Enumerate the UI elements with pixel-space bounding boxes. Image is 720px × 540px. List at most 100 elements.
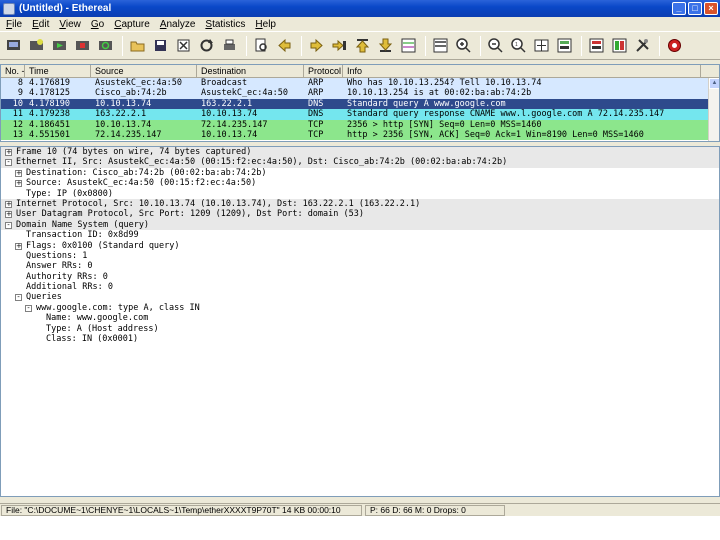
packet-cell-src: AsustekC_ec:4a:50 <box>95 78 182 88</box>
first-icon[interactable] <box>352 35 373 56</box>
capture-filter-icon[interactable] <box>554 35 575 56</box>
menu-file[interactable]: File <box>0 19 26 30</box>
packet-cell-time: 4.179238 <box>29 109 70 120</box>
packet-list: No. - Time Source Destination Protocol I… <box>0 64 720 142</box>
desktop-background <box>0 516 720 540</box>
start-icon[interactable] <box>49 35 70 56</box>
menu-capture[interactable]: Capture <box>108 19 154 30</box>
close-button[interactable]: × <box>704 2 718 15</box>
detail-tree-node[interactable]: - Ethernet II, Src: AsustekC_ec:4a:50 (00… <box>1 157 719 168</box>
packet-row[interactable]: 12 4.186451 10.10.13.74 72.14.235.147 TCP 235… <box>1 119 719 130</box>
menu-go[interactable]: Go <box>85 19 108 30</box>
detail-tree-node[interactable]: - Domain Name System (query) <box>1 219 719 231</box>
packet-row[interactable]: 13 4.551501 72.14.235.147 10.10.13.74 TCP htt… <box>1 129 719 141</box>
maximize-button[interactable]: □ <box>688 2 702 15</box>
detail-tree-node[interactable]: + Destination: Cisco_ab:74:2b (00:02:ba:a… <box>1 168 719 178</box>
resize-columns-icon[interactable] <box>531 35 552 56</box>
detail-tree-node[interactable]: - Queries <box>1 292 719 302</box>
packet-details-pane: + Frame 10 (74 bytes on wire, 74 bytes ca… <box>0 146 720 497</box>
detail-tree-label: Authority RRs: 0 <box>26 271 108 282</box>
detail-tree-node[interactable]: Type: A (Host address) <box>1 324 719 334</box>
column-header-time[interactable]: Time <box>25 65 91 77</box>
expand-icon[interactable]: + <box>5 211 12 219</box>
packet-row[interactable]: 8 4.176819 AsustekC_ec:4a:50 Broadcast ARP Wh… <box>1 78 719 89</box>
print-icon[interactable] <box>219 35 240 56</box>
packet-cell-proto: DNS <box>308 109 324 120</box>
packet-cell-info: http > 2356 [SYN, ACK] Seq=0 Ack=1 Win=8… <box>347 129 644 140</box>
detail-tree-node[interactable]: Type: IP (0x0800) <box>1 189 719 199</box>
detail-tree-node[interactable]: + Flags: 0x0100 (Standard query) <box>1 241 719 251</box>
close-file-icon[interactable] <box>173 35 194 56</box>
reload-icon[interactable] <box>196 35 217 56</box>
find-icon[interactable] <box>251 35 272 56</box>
packet-row[interactable]: 9 4.178125 Cisco_ab:74:2b AsustekC_ec:4a:50… <box>1 88 719 99</box>
collapse-icon[interactable]: - <box>5 159 12 167</box>
menu-edit[interactable]: Edit <box>26 19 53 30</box>
autoscroll-icon[interactable] <box>430 35 451 56</box>
column-header-no[interactable]: No. - <box>1 65 25 77</box>
expand-icon[interactable]: + <box>5 149 12 156</box>
minimize-button[interactable]: _ <box>672 2 686 15</box>
packet-cell-dst: Broadcast <box>201 78 248 88</box>
zoom-in-icon[interactable] <box>453 35 474 56</box>
detail-tree-node[interactable]: - www.google.com: type A, class IN <box>1 303 719 313</box>
menu-view[interactable]: View <box>53 19 85 30</box>
scroll-up-icon[interactable]: ▲ <box>709 78 719 89</box>
packet-list-scrollbar[interactable]: ▲ <box>708 78 719 141</box>
packet-row[interactable]: 10 4.178190 10.10.13.74 163.22.2.1 DNS Standa… <box>1 98 719 110</box>
expand-icon[interactable]: + <box>15 169 22 177</box>
detail-tree-node[interactable]: Name: www.google.com <box>1 313 719 323</box>
packet-cell-dst: 10.10.13.74 <box>201 109 258 120</box>
collapse-icon[interactable]: - <box>5 221 12 229</box>
open-icon[interactable] <box>127 35 148 56</box>
expand-icon[interactable]: + <box>5 200 12 208</box>
packet-cell-proto: ARP <box>308 88 324 99</box>
goto-icon[interactable] <box>329 35 350 56</box>
menu-statistics[interactable]: Statistics <box>199 19 249 30</box>
zoom-out-icon[interactable] <box>485 35 506 56</box>
detail-tree-node[interactable]: Authority RRs: 0 <box>1 272 719 282</box>
collapse-icon[interactable]: - <box>25 304 32 312</box>
detail-tree-node[interactable]: Answer RRs: 0 <box>1 261 719 271</box>
stop-icon[interactable] <box>72 35 93 56</box>
column-header-destination[interactable]: Destination <box>197 65 304 77</box>
packet-cell-proto: TCP <box>308 129 324 140</box>
packet-cell-no: 12 <box>12 119 23 130</box>
last-icon[interactable] <box>375 35 396 56</box>
column-header-protocol[interactable]: Protocol <box>304 65 343 77</box>
detail-tree-node[interactable]: Class: IN (0x0001) <box>1 334 719 344</box>
detail-tree-node[interactable]: + Source: AsustekC_ec:4a:50 (00:15:f2:ec:… <box>1 178 719 188</box>
column-header-source[interactable]: Source <box>91 65 197 77</box>
expand-icon[interactable]: + <box>15 180 22 188</box>
menu-help[interactable]: Help <box>249 19 280 30</box>
packet-cell-info: Standard query A www.google.com <box>347 98 506 109</box>
packet-cell-info: 10.10.13.254 is at 00:02:ba:ab:74:2b <box>347 88 532 99</box>
help-icon[interactable] <box>664 35 685 56</box>
detail-tree-node[interactable]: Additional RRs: 0 <box>1 282 719 292</box>
detail-tree-node[interactable]: + Frame 10 (74 bytes on wire, 74 bytes ca… <box>1 147 719 158</box>
options-icon[interactable] <box>26 35 47 56</box>
menu-analyze[interactable]: Analyze <box>154 19 200 30</box>
interfaces-icon[interactable] <box>3 35 24 56</box>
detail-tree-node[interactable]: Questions: 1 <box>1 251 719 261</box>
preferences-icon[interactable] <box>632 35 653 56</box>
coloring-rules-icon[interactable] <box>609 35 630 56</box>
column-header-info[interactable]: Info <box>343 65 701 77</box>
packet-cell-src: 10.10.13.74 <box>95 98 152 109</box>
detail-tree-label: Additional RRs: 0 <box>26 282 113 293</box>
detail-tree-node[interactable]: + User Datagram Protocol, Src Port: 1209 … <box>1 209 719 220</box>
collapse-icon[interactable]: - <box>15 294 22 302</box>
zoom-normal-icon[interactable]: 1 <box>508 35 529 56</box>
packet-cell-no: 11 <box>12 109 23 120</box>
save-icon[interactable] <box>150 35 171 56</box>
expand-icon[interactable]: + <box>15 242 22 250</box>
back-icon[interactable] <box>274 35 295 56</box>
detail-tree-node[interactable]: Transaction ID: 0x8d99 <box>1 230 719 240</box>
colorize-icon[interactable] <box>398 35 419 56</box>
display-filter-icon[interactable] <box>586 35 607 56</box>
restart-icon[interactable] <box>95 35 116 56</box>
packet-cell-no: 9 <box>17 88 23 99</box>
detail-tree-node[interactable]: + Internet Protocol, Src: 10.10.13.74 (10… <box>1 198 719 210</box>
packet-row[interactable]: 11 4.179238 163.22.2.1 10.10.13.74 DNS Standa… <box>1 109 719 120</box>
forward-icon[interactable] <box>306 35 327 56</box>
